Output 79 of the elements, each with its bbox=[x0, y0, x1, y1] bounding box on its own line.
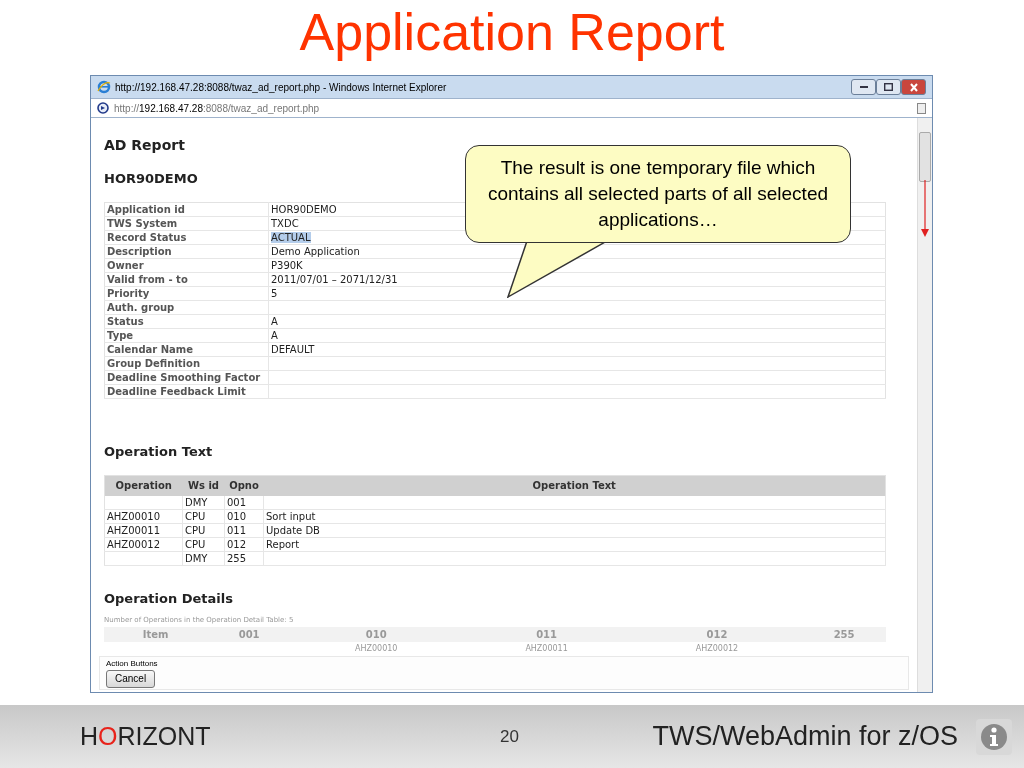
field-value: DEFAULT bbox=[271, 344, 315, 355]
field-label: Group Definition bbox=[104, 356, 269, 371]
table-cell: AHZ00012 bbox=[107, 538, 161, 550]
report-title: AD Report bbox=[104, 136, 185, 154]
window-title: http://192.168.47.28:8088/twaz_ad_report.php - Windows Internet Explorer bbox=[115, 80, 447, 95]
table-cell: DMY bbox=[185, 496, 208, 508]
column-header: Operation bbox=[104, 475, 183, 496]
field-label: Owner bbox=[104, 258, 269, 273]
field-label: Priority bbox=[104, 286, 269, 301]
table-cell: CPU bbox=[185, 510, 206, 522]
arrow-icon bbox=[921, 180, 929, 237]
minimize-button[interactable] bbox=[851, 79, 876, 95]
column-header: Ws id bbox=[182, 475, 225, 496]
field-label: TWS System bbox=[104, 216, 269, 231]
info-icon bbox=[976, 718, 1012, 755]
table-cell: AHZ00011 bbox=[525, 643, 568, 653]
section-heading: Operation Text bbox=[104, 443, 213, 461]
table-cell: DMY bbox=[185, 552, 208, 564]
field-value: Demo Application bbox=[271, 246, 360, 257]
column-header: Opno bbox=[224, 475, 264, 496]
field-label: Auth. group bbox=[104, 300, 269, 315]
cancel-button[interactable]: Cancel bbox=[106, 670, 156, 688]
page-icon bbox=[97, 101, 110, 115]
scrollbar[interactable] bbox=[917, 118, 932, 692]
column-header: 012 bbox=[631, 626, 803, 642]
field-value: TXDC bbox=[271, 218, 299, 229]
table-cell: AHZ00012 bbox=[695, 643, 739, 653]
field-label: Record Status bbox=[104, 230, 269, 245]
field-label: Description bbox=[104, 244, 269, 259]
table-cell: Report bbox=[266, 538, 300, 550]
scrollbar-thumb[interactable] bbox=[919, 132, 931, 182]
field-label: Status bbox=[104, 314, 269, 329]
close-button[interactable] bbox=[901, 79, 926, 95]
table-cell: CPU bbox=[185, 524, 206, 536]
column-header: 001 bbox=[207, 626, 292, 642]
table-cell: Sort input bbox=[266, 510, 316, 522]
table-cell: 011 bbox=[227, 524, 247, 536]
table-cell: Update DB bbox=[266, 524, 320, 536]
close-icon bbox=[909, 82, 918, 92]
company-logo: HORIZONT bbox=[80, 721, 211, 750]
table-cell: AHZ00011 bbox=[107, 524, 161, 536]
field-value: A bbox=[271, 316, 278, 327]
browser-icon bbox=[97, 80, 111, 94]
field-label: Application id bbox=[104, 202, 269, 217]
column-header: Operation Text bbox=[263, 475, 886, 496]
page-number: 20 bbox=[500, 725, 519, 748]
maximize-button[interactable] bbox=[876, 79, 901, 95]
callout-text: The result is one temporary file which contains all selected parts of all selected applications… bbox=[486, 156, 830, 232]
table-cell: 001 bbox=[227, 496, 247, 508]
column-header: 255 bbox=[802, 626, 886, 642]
field-value: 5 bbox=[271, 288, 278, 299]
table-cell: 012 bbox=[227, 538, 247, 550]
field-value: ACTUAL bbox=[271, 232, 311, 243]
table-cell: AHZ00010 bbox=[355, 643, 398, 653]
minimize-icon bbox=[859, 86, 868, 88]
column-header: 011 bbox=[461, 626, 632, 642]
field-label: Type bbox=[104, 328, 269, 343]
slide-title: Application Report bbox=[299, 2, 725, 62]
field-value: 2011/07/01 – 2071/12/31 bbox=[271, 274, 398, 285]
field-label: Valid from - to bbox=[104, 272, 269, 287]
field-value: A bbox=[271, 330, 278, 341]
column-header: Item bbox=[104, 626, 208, 642]
table-cell: AHZ00010 bbox=[107, 510, 161, 522]
address-text: http://192.168.47.28:8088/twaz_ad_report.php bbox=[114, 101, 320, 116]
field-label: Calendar Name bbox=[104, 342, 269, 357]
section-heading: Operation Details bbox=[104, 589, 233, 608]
table-cell: CPU bbox=[185, 538, 206, 550]
field-value: P390K bbox=[271, 260, 303, 271]
maximize-icon bbox=[884, 83, 893, 91]
field-label: Deadline Smoothing Factor bbox=[104, 370, 269, 385]
column-header: 010 bbox=[291, 626, 462, 642]
panel-label: Action Buttons bbox=[106, 659, 158, 669]
page-icon bbox=[917, 102, 926, 114]
application-heading: HOR90DEMO bbox=[104, 170, 198, 188]
product-name: TWS/WebAdmin for z/OS bbox=[652, 720, 958, 754]
table-cell: 255 bbox=[227, 552, 247, 564]
table-cell: 010 bbox=[227, 510, 247, 522]
field-value: HOR90DEMO bbox=[271, 204, 337, 215]
field-label: Deadline Feedback Limit bbox=[104, 384, 269, 399]
